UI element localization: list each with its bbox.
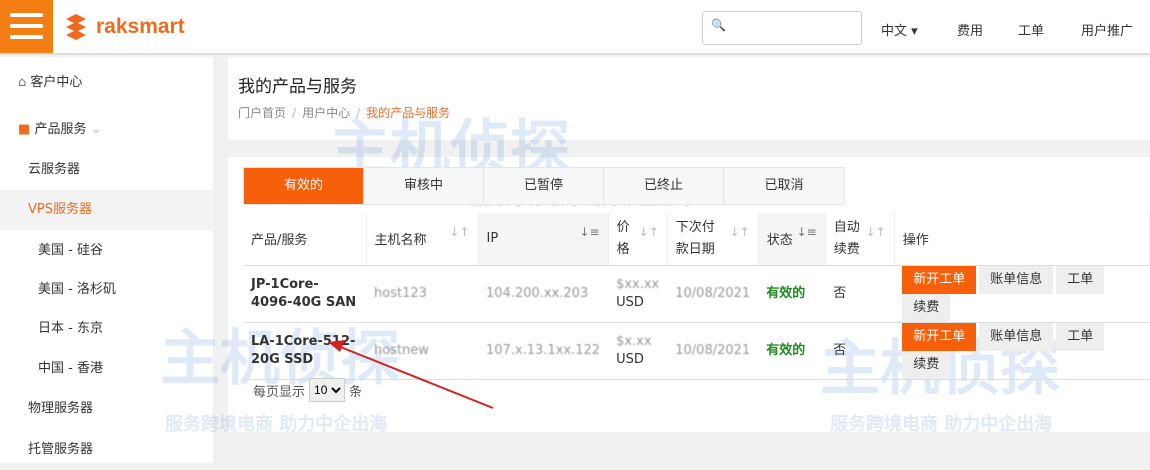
annotation-arrow [328, 340, 494, 409]
